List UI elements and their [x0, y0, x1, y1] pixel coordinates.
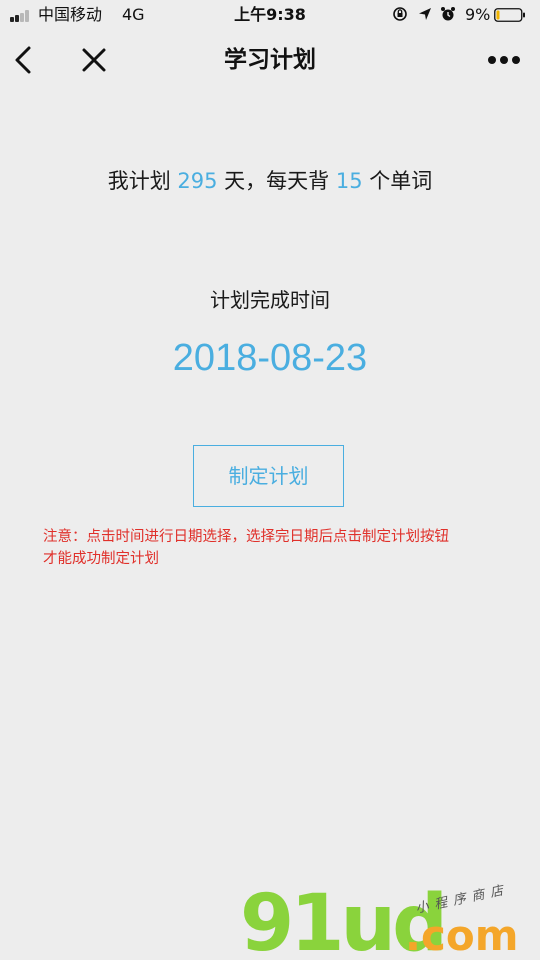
more-button[interactable] [484, 48, 524, 72]
watermark: 91ud 小程序商店 .com [240, 882, 540, 960]
alarm-icon [441, 7, 455, 21]
nav-bar: 学习计划 [0, 32, 540, 88]
location-icon [419, 8, 431, 20]
orientation-lock-icon [393, 7, 407, 21]
more-dots-icon [488, 56, 520, 64]
plan-suffix: 个单词 [362, 169, 433, 193]
finish-date-picker[interactable]: 2018-08-23 [0, 334, 540, 382]
note-line-2: 才能成功制定计划 [43, 551, 159, 567]
plan-summary: 我计划 295 天，每天背 15 个单词 [0, 166, 540, 196]
watermark-domain: .com [405, 911, 519, 960]
battery-percent: 9% [465, 5, 491, 24]
note-text: 注意：点击时间进行日期选择，选择完日期后点击制定计划按钮 才能成功制定计划 [43, 526, 513, 570]
page-title: 学习计划 [224, 47, 316, 73]
make-plan-button[interactable]: 制定计划 [193, 445, 344, 507]
finish-time-label: 计划完成时间 [210, 288, 330, 312]
battery-icon [494, 8, 525, 22]
plan-days: 295 [177, 169, 218, 193]
plan-middle: 天，每天背 [217, 169, 336, 193]
plan-words-per-day: 15 [335, 169, 363, 193]
status-time: 上午9:38 [234, 5, 306, 24]
status-bar: 中国移动 4G 上午9:38 9% [0, 0, 540, 32]
screen: 中国移动 4G 上午9:38 9% 学习计划 我计划 295 天，每天背 15 … [0, 0, 540, 960]
note-line-1: 注意：点击时间进行日期选择，选择完日期后点击制定计划按钮 [43, 529, 449, 545]
plan-prefix: 我计划 [107, 169, 178, 193]
